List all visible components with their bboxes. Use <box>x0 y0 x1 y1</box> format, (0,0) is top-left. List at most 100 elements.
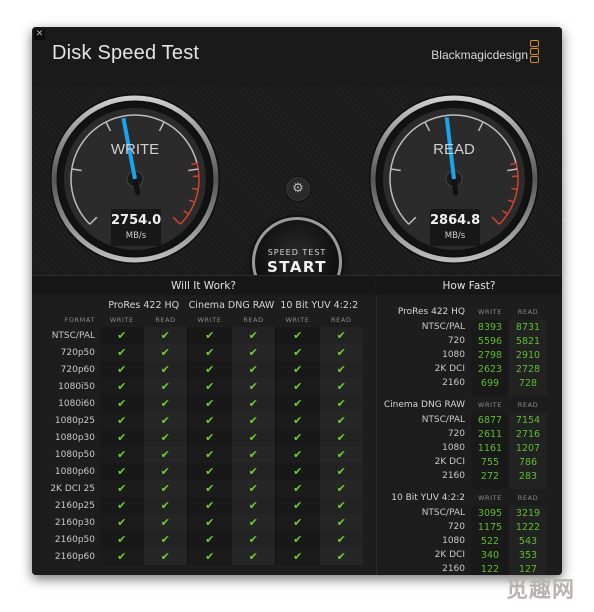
write-fps-value: 3095 <box>471 506 509 520</box>
read-fps-value: 786 <box>509 455 547 469</box>
write-fps-value: 2611 <box>471 427 509 441</box>
read-gauge-label: READ <box>433 141 475 158</box>
format-row: 720p50 ✔ ✔ ✔ ✔ ✔ ✔ <box>32 344 363 361</box>
write-readout: 2754.0 MB/s <box>111 209 161 246</box>
check-icon: ✔ <box>143 429 188 446</box>
check-icon: ✔ <box>100 327 144 344</box>
codec-group-header: ProRes 422 HQ WRITE READ <box>377 295 547 320</box>
codec-name: Cinema DNG RAW <box>383 399 465 410</box>
check-icon: ✔ <box>187 480 232 497</box>
brand-logo-icon <box>530 40 539 64</box>
write-column-header: WRITE <box>478 400 502 409</box>
check-icon: ✔ <box>231 531 276 548</box>
check-icon: ✔ <box>187 531 232 548</box>
close-icon[interactable]: ✕ <box>34 29 45 40</box>
check-icon: ✔ <box>319 497 363 514</box>
check-icon: ✔ <box>231 480 276 497</box>
how-fast-table: ProRes 422 HQ WRITE READ NTSC/PAL 8393 8731 72… <box>377 295 547 575</box>
check-icon: ✔ <box>231 412 276 429</box>
check-icon: ✔ <box>100 514 144 531</box>
check-icon: ✔ <box>319 446 363 463</box>
read-fps-value: 283 <box>509 469 547 483</box>
check-icon: ✔ <box>143 361 188 378</box>
format-label: 2160p60 <box>54 551 95 562</box>
read-fps-value: 2716 <box>509 427 547 441</box>
check-icon: ✔ <box>275 463 320 480</box>
format-label: 2160p25 <box>54 500 95 511</box>
codec-header: 10 Bit YUV 4:2:2 <box>280 300 359 311</box>
write-fps-value: 522 <box>471 534 509 548</box>
codec-name: ProRes 422 HQ <box>397 306 465 317</box>
read-fps-value: 5821 <box>509 334 547 348</box>
check-icon: ✔ <box>231 548 276 565</box>
check-icon: ✔ <box>231 497 276 514</box>
check-icon: ✔ <box>100 429 144 446</box>
speed-row: 2160 272 283 <box>377 469 547 483</box>
format-row: 1080i60 ✔ ✔ ✔ ✔ ✔ ✔ <box>32 395 363 412</box>
check-icon: ✔ <box>275 531 320 548</box>
check-icon: ✔ <box>231 378 276 395</box>
format-label: NTSC/PAL <box>421 415 465 425</box>
check-icon: ✔ <box>319 480 363 497</box>
check-icon: ✔ <box>231 361 276 378</box>
format-label: 2160p50 <box>54 534 95 545</box>
format-label: 1080p60 <box>54 466 95 477</box>
write-column-header: WRITE <box>285 316 310 324</box>
check-icon: ✔ <box>231 344 276 361</box>
check-icon: ✔ <box>100 361 144 378</box>
check-icon: ✔ <box>275 497 320 514</box>
format-row: 1080p60 ✔ ✔ ✔ ✔ ✔ ✔ <box>32 463 363 480</box>
check-icon: ✔ <box>143 378 188 395</box>
read-fps-value: 353 <box>509 548 547 562</box>
format-label: 720p50 <box>60 347 95 358</box>
read-column-header: READ <box>517 400 539 409</box>
write-fps-value: 2623 <box>471 362 509 376</box>
gear-icon: ⚙ <box>292 181 304 196</box>
check-icon: ✔ <box>100 497 144 514</box>
write-fps-value: 6877 <box>471 413 509 427</box>
speed-row: 2K DCI 755 786 <box>377 455 547 469</box>
format-row: 2160p50 ✔ ✔ ✔ ✔ ✔ ✔ <box>32 531 363 548</box>
speed-row: NTSC/PAL 6877 7154 <box>377 413 547 427</box>
check-icon: ✔ <box>319 327 363 344</box>
read-fps-value: 2728 <box>509 362 547 376</box>
will-it-work-table: ProRes 422 HQ Cinema DNG RAW 10 Bit YUV … <box>32 298 363 565</box>
format-label: 1080 <box>442 350 465 360</box>
format-label: 2K DCI <box>434 457 465 467</box>
check-icon: ✔ <box>275 327 320 344</box>
speed-row: 2160 699 728 <box>377 376 547 390</box>
format-row: 1080p25 ✔ ✔ ✔ ✔ ✔ ✔ <box>32 412 363 429</box>
gauge-redline-tick <box>511 187 518 191</box>
check-icon: ✔ <box>231 514 276 531</box>
codec-name: 10 Bit YUV 4:2:2 <box>391 492 465 503</box>
read-column-header: READ <box>517 493 539 502</box>
write-gauge: WRITE 2754.0 MB/s <box>49 93 221 265</box>
write-fps-value: 272 <box>471 469 509 483</box>
check-icon: ✔ <box>100 412 144 429</box>
check-icon: ✔ <box>187 429 232 446</box>
speed-row: 2K DCI 340 353 <box>377 548 547 562</box>
check-icon: ✔ <box>275 412 320 429</box>
will-it-work-panel: ProRes 422 HQ Cinema DNG RAW 10 Bit YUV … <box>32 295 375 575</box>
will-it-work-header: Will It Work? <box>32 275 375 296</box>
check-icon: ✔ <box>187 395 232 412</box>
read-fps-value: 8731 <box>509 320 547 334</box>
read-fps-value: 7154 <box>509 413 547 427</box>
check-icon: ✔ <box>275 344 320 361</box>
check-icon: ✔ <box>275 361 320 378</box>
format-row: 1080p50 ✔ ✔ ✔ ✔ ✔ ✔ <box>32 446 363 463</box>
format-row: NTSC/PAL ✔ ✔ ✔ ✔ ✔ ✔ <box>32 327 363 344</box>
format-row: 1080i50 ✔ ✔ ✔ ✔ ✔ ✔ <box>32 378 363 395</box>
check-icon: ✔ <box>143 463 188 480</box>
read-fps-value: 1222 <box>509 520 547 534</box>
write-fps-value: 1175 <box>471 520 509 534</box>
format-label: 2K DCI 25 <box>50 483 95 494</box>
check-icon: ✔ <box>143 344 188 361</box>
check-icon: ✔ <box>143 395 188 412</box>
format-label: 2160p30 <box>54 517 95 528</box>
write-fps-value: 5596 <box>471 334 509 348</box>
check-icon: ✔ <box>187 548 232 565</box>
format-label: 2160 <box>442 471 465 481</box>
check-icon: ✔ <box>100 480 144 497</box>
settings-button[interactable]: ⚙ <box>285 176 311 202</box>
